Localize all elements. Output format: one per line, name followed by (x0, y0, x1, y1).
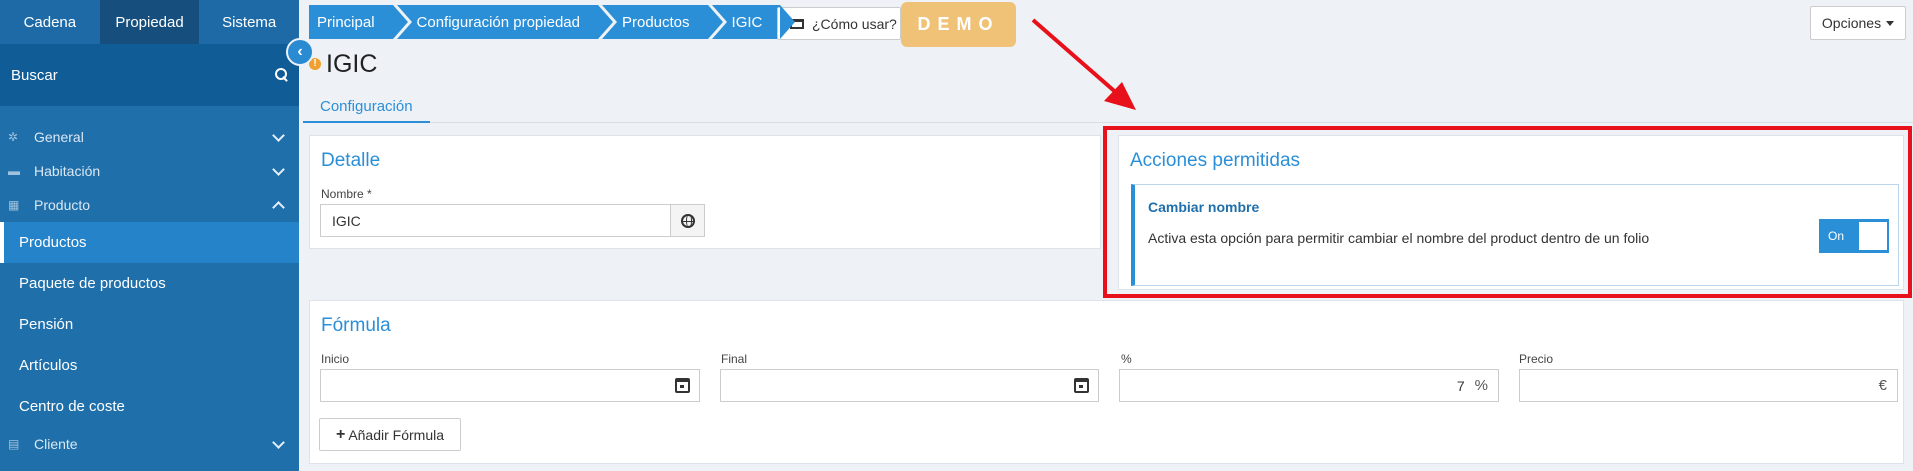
tab-configuracion[interactable]: Configuración (303, 92, 430, 123)
toggle-state-label: On (1828, 229, 1845, 243)
title-row: ! IGIC (309, 50, 377, 79)
inicio-input[interactable] (321, 370, 665, 401)
final-field[interactable] (720, 369, 1099, 402)
action-description: Activa esta opción para permitir cambiar… (1148, 230, 1650, 246)
sidebar-item-cliente[interactable]: ▤ Cliente (0, 427, 299, 461)
precio-field[interactable]: € (1519, 369, 1898, 402)
sidebar-subitem-productos[interactable]: Productos (0, 222, 299, 263)
formula-panel: Fórmula Inicio Final % 7 % Precio € (309, 300, 1904, 464)
final-input[interactable] (721, 370, 1064, 401)
precio-suffix: € (1878, 377, 1887, 394)
acciones-title: Acciones permitidas (1130, 150, 1301, 171)
sidebar-item-label: Producto (34, 197, 91, 213)
sidebar-item-producto[interactable]: ▦ Producto (0, 188, 299, 222)
caret-down-icon (1886, 20, 1895, 26)
name-field[interactable]: IGIC (320, 204, 705, 237)
bed-icon: ▬ (8, 164, 20, 178)
breadcrumb-configuracion[interactable]: Configuración propiedad (396, 5, 614, 39)
final-label: Final (721, 352, 748, 366)
sidebar-item-label: Habitación (34, 163, 101, 179)
sidebar-subitem-centro-coste[interactable]: Centro de coste (0, 386, 299, 427)
pct-input[interactable]: 7 (1120, 370, 1475, 401)
sidebar-item-label: General (34, 129, 84, 145)
breadcrumb-productos[interactable]: Productos (601, 5, 723, 39)
pct-suffix: % (1474, 377, 1488, 394)
formula-title: Fórmula (321, 315, 391, 336)
pct-label: % (1121, 352, 1132, 366)
options-button[interactable]: Opciones (1810, 6, 1906, 40)
cubes-icon: ▦ (8, 198, 20, 212)
name-input[interactable]: IGIC (321, 205, 670, 236)
demo-badge: DEMO (901, 2, 1016, 47)
inicio-label: Inicio (321, 352, 350, 366)
action-title: Cambiar nombre (1148, 199, 1260, 215)
globe-icon (680, 213, 695, 228)
pct-field[interactable]: 7 % (1119, 369, 1499, 402)
page-tabs: Configuración (303, 92, 1913, 123)
sidebar-subitem-articulos[interactable]: Artículos (0, 345, 299, 386)
sidebar-subitem-paquete[interactable]: Paquete de productos (0, 263, 299, 304)
add-formula-label: Añadir Fórmula (348, 426, 445, 443)
chevron-down-icon (272, 162, 285, 176)
precio-input[interactable] (1520, 370, 1879, 401)
breadcrumb: Principal Configuración propiedad Produc… (309, 5, 796, 39)
plus-icon: + (335, 425, 346, 443)
sidebar-item-habitacion[interactable]: ▬ Habitación (0, 154, 299, 188)
calendar-icon (674, 378, 690, 393)
sidebar-search[interactable]: Buscar (0, 44, 299, 106)
search-label: Buscar (11, 66, 58, 84)
calendar-icon (1073, 378, 1089, 393)
detalle-title: Detalle (321, 150, 381, 171)
gears-icon: ✲ (8, 130, 19, 144)
detalle-panel: Detalle Nombre * IGIC (309, 135, 1101, 249)
cambiar-nombre-toggle[interactable]: On (1819, 219, 1889, 253)
chevron-down-icon (272, 128, 285, 142)
options-label: Opciones (1821, 15, 1882, 31)
id-card-icon: ▤ (8, 437, 20, 451)
inicio-field[interactable] (320, 369, 700, 402)
sidebar-top-tabs: Cadena Propiedad Sistema (0, 0, 299, 44)
tab-propiedad[interactable]: Propiedad (99, 0, 200, 44)
toggle-knob (1859, 222, 1887, 250)
precio-label: Precio (1519, 352, 1554, 366)
translate-button[interactable] (670, 205, 704, 236)
search-icon[interactable] (275, 68, 289, 82)
tab-cadena[interactable]: Cadena (0, 0, 100, 44)
page-title: IGIC (326, 50, 378, 78)
how-to-label: ¿Cómo usar? (812, 15, 897, 32)
add-formula-button[interactable]: + Añadir Fórmula (319, 418, 461, 451)
final-calendar-button[interactable] (1064, 370, 1098, 401)
chevron-down-icon (272, 435, 285, 449)
collapse-sidebar-button[interactable]: ‹ (286, 38, 314, 66)
chevron-up-icon (272, 200, 285, 214)
sidebar-subitem-pension[interactable]: Pensión (0, 304, 299, 345)
breadcrumb-principal[interactable]: Principal (309, 5, 407, 39)
sidebar-menu: ✲ General ▬ Habitación ▦ Producto Produc… (0, 106, 299, 461)
sidebar-item-label: Cliente (34, 436, 78, 452)
how-to-button[interactable]: ¿Cómo usar? (777, 7, 901, 40)
sidebar-item-general[interactable]: ✲ General (0, 120, 299, 154)
tab-sistema[interactable]: Sistema (199, 0, 299, 44)
sidebar: Cadena Propiedad Sistema Buscar ✲ Genera… (0, 0, 299, 471)
name-label: Nombre * (321, 187, 372, 201)
inicio-calendar-button[interactable] (665, 370, 699, 401)
action-cambiar-nombre: Cambiar nombre Activa esta opción para p… (1131, 184, 1899, 286)
